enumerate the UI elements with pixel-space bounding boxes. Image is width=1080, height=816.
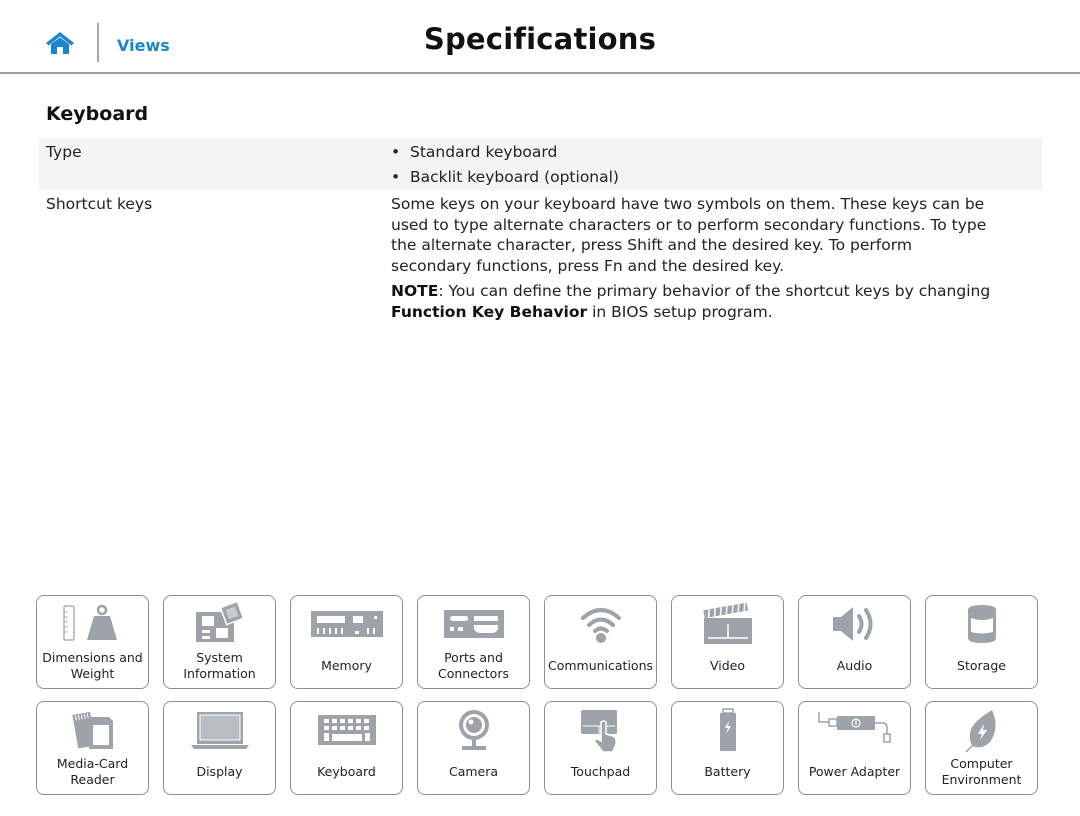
page-title: Specifications: [423, 22, 657, 56]
tile-ports-connectors[interactable]: Ports and Connectors: [417, 595, 530, 689]
tile-camera[interactable]: Camera: [417, 701, 530, 795]
tile-keyboard[interactable]: Keyboard: [290, 701, 403, 795]
tile-battery[interactable]: Battery: [671, 701, 784, 795]
tile-label: Battery: [704, 763, 751, 779]
tile-display[interactable]: Display: [163, 701, 276, 795]
memory-card-icon: [37, 708, 148, 752]
spec-value: Some keys on your keyboard have two symb…: [391, 190, 1042, 322]
spec-row-shortcut-keys: Shortcut keys Some keys on your keyboard…: [39, 190, 1042, 340]
note-bold-term: Function Key Behavior: [391, 302, 588, 321]
touchpad-icon: [545, 708, 656, 752]
power-adapter-icon: [799, 708, 910, 752]
tile-label: Dimensions and Weight: [42, 649, 143, 682]
header-bar: Views Specifications: [0, 0, 1080, 74]
tile-label: Communications: [547, 657, 654, 673]
ports-icon: [418, 602, 529, 646]
bullet-item: Backlit keyboard (optional): [391, 167, 992, 188]
tile-label: Touchpad: [570, 763, 631, 779]
tile-label: System Information: [183, 649, 256, 682]
tile-label: Camera: [448, 763, 499, 779]
wifi-icon: [545, 602, 656, 646]
leaf-icon: [926, 708, 1037, 752]
tile-label: Keyboard: [317, 763, 376, 779]
clapperboard-icon: [672, 602, 783, 646]
note-text: : You can define the primary behavior of…: [438, 282, 991, 300]
laptop-display-icon: [164, 708, 275, 752]
tile-touchpad[interactable]: Touchpad: [544, 701, 657, 795]
tile-media-card-reader[interactable]: Media-Card Reader: [36, 701, 149, 795]
tile-computer-environment[interactable]: Computer Environment: [925, 701, 1038, 795]
spec-label: Shortcut keys: [46, 195, 153, 213]
memory-module-icon: [291, 602, 402, 646]
tile-memory[interactable]: Memory: [290, 595, 403, 689]
tile-label: Media-Card Reader: [56, 755, 129, 788]
tile-system-information[interactable]: System Information: [163, 595, 276, 689]
storage-drive-icon: [926, 602, 1037, 646]
webcam-icon: [418, 708, 529, 752]
scale-weight-icon: [37, 602, 148, 646]
tile-label: Memory: [321, 657, 372, 673]
note-text-end: in BIOS setup program.: [587, 302, 773, 321]
tile-video[interactable]: Video: [671, 595, 784, 689]
tile-label: Power Adapter: [808, 763, 901, 779]
motherboard-icon: [164, 602, 275, 646]
tile-label: Display: [196, 763, 243, 779]
tile-label: Video: [709, 657, 746, 673]
battery-icon: [672, 708, 783, 752]
spec-row-type: Type Standard keyboard Backlit keyboard …: [39, 138, 1042, 190]
spec-table: Type Standard keyboard Backlit keyboard …: [39, 138, 1042, 340]
tile-label: Audio: [836, 657, 873, 673]
spec-label: Type: [46, 143, 82, 161]
tile-storage[interactable]: Storage: [925, 595, 1038, 689]
spec-value: Standard keyboard Backlit keyboard (opti…: [391, 138, 1042, 188]
tile-audio[interactable]: Audio: [798, 595, 911, 689]
speaker-icon: [799, 602, 910, 646]
note: NOTE: You can define the primary behavio…: [391, 281, 992, 322]
tile-power-adapter[interactable]: Power Adapter: [798, 701, 911, 795]
tile-label: Ports and Connectors: [438, 649, 509, 682]
tile-dimensions-weight[interactable]: Dimensions and Weight: [36, 595, 149, 689]
section-title: Keyboard: [46, 103, 149, 125]
tile-communications[interactable]: Communications: [544, 595, 657, 689]
shortcut-description: Some keys on your keyboard have two symb…: [391, 195, 987, 275]
note-label: NOTE: [391, 282, 439, 300]
keyboard-icon: [291, 708, 402, 752]
tile-label: Storage: [957, 657, 1006, 673]
bullet-item: Standard keyboard: [391, 142, 992, 163]
tile-label: Computer Environment: [941, 755, 1022, 788]
